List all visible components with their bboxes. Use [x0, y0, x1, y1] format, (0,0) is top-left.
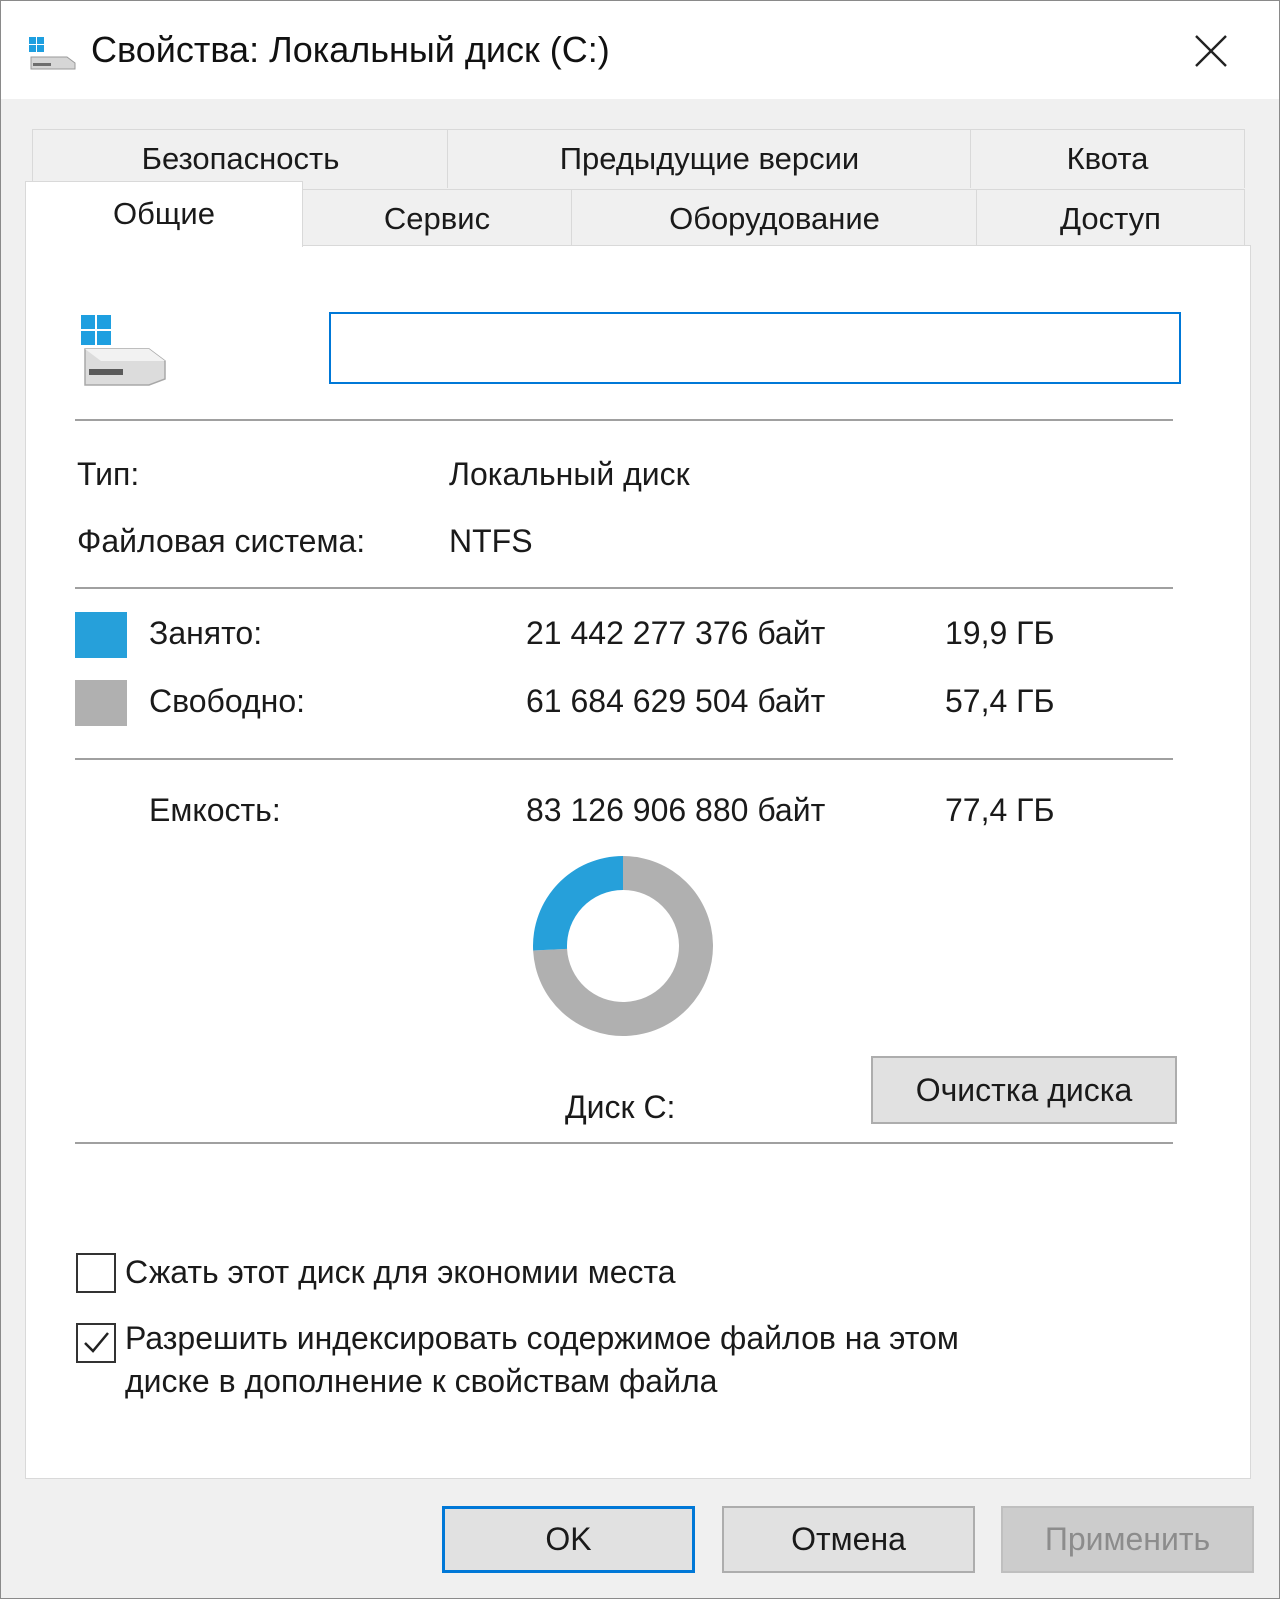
- title-bar: Свойства: Локальный диск (C:): [1, 1, 1279, 99]
- free-label: Свободно:: [149, 683, 305, 719]
- index-checkbox[interactable]: [76, 1323, 116, 1363]
- windows-drive-icon: [79, 311, 169, 391]
- tab-service[interactable]: Сервис: [301, 189, 573, 248]
- tab-previous-versions[interactable]: Предыдущие версии: [447, 129, 972, 188]
- compress-label: Сжать этот диск для экономии места: [125, 1254, 676, 1290]
- divider: [75, 587, 1173, 589]
- used-segment: [533, 856, 623, 951]
- disk-cleanup-button[interactable]: Очистка диска: [871, 1056, 1177, 1124]
- tab-hardware[interactable]: Оборудование: [571, 189, 978, 248]
- tab-quota[interactable]: Квота: [970, 129, 1245, 188]
- disk-label: Диск C:: [565, 1089, 676, 1125]
- index-label-line2: диске в дополнение к свойствам файла: [125, 1363, 718, 1399]
- close-icon: [1195, 35, 1227, 67]
- usage-donut-chart: [533, 856, 713, 1036]
- divider: [75, 419, 1173, 421]
- drive-name-input[interactable]: [329, 312, 1181, 384]
- used-bytes: 21 442 277 376 байт: [526, 615, 826, 651]
- drive-icon: [27, 33, 77, 73]
- tab-general[interactable]: Общие: [25, 181, 303, 247]
- tab-sharing[interactable]: Доступ: [976, 189, 1245, 248]
- ok-button[interactable]: OK: [442, 1506, 695, 1573]
- checkmark-icon: [84, 1332, 109, 1353]
- filesystem-label: Файловая система:: [77, 523, 366, 559]
- cancel-button[interactable]: Отмена: [722, 1506, 975, 1573]
- type-value: Локальный диск: [449, 456, 690, 492]
- divider: [75, 758, 1173, 760]
- type-label: Тип:: [77, 456, 140, 492]
- index-label-line1: Разрешить индексировать содержимое файло…: [125, 1320, 959, 1356]
- used-color-swatch: [75, 612, 127, 658]
- free-bytes: 61 684 629 504 байт: [526, 683, 826, 719]
- apply-button[interactable]: Применить: [1001, 1506, 1254, 1573]
- window-title: Свойства: Локальный диск (C:): [91, 29, 610, 70]
- properties-window: Свойства: Локальный диск (C:) Безопаснос…: [0, 0, 1280, 1599]
- used-label: Занято:: [149, 615, 263, 651]
- capacity-size: 77,4 ГБ: [945, 792, 1055, 828]
- close-button[interactable]: [1171, 11, 1251, 91]
- free-color-swatch: [75, 680, 127, 726]
- filesystem-value: NTFS: [449, 523, 533, 559]
- divider: [75, 1142, 1173, 1144]
- tab-security[interactable]: Безопасность: [32, 129, 449, 188]
- compress-checkbox[interactable]: [76, 1253, 116, 1293]
- used-size: 19,9 ГБ: [945, 615, 1055, 651]
- capacity-bytes: 83 126 906 880 байт: [526, 792, 826, 828]
- free-size: 57,4 ГБ: [945, 683, 1055, 719]
- capacity-label: Емкость:: [149, 792, 281, 828]
